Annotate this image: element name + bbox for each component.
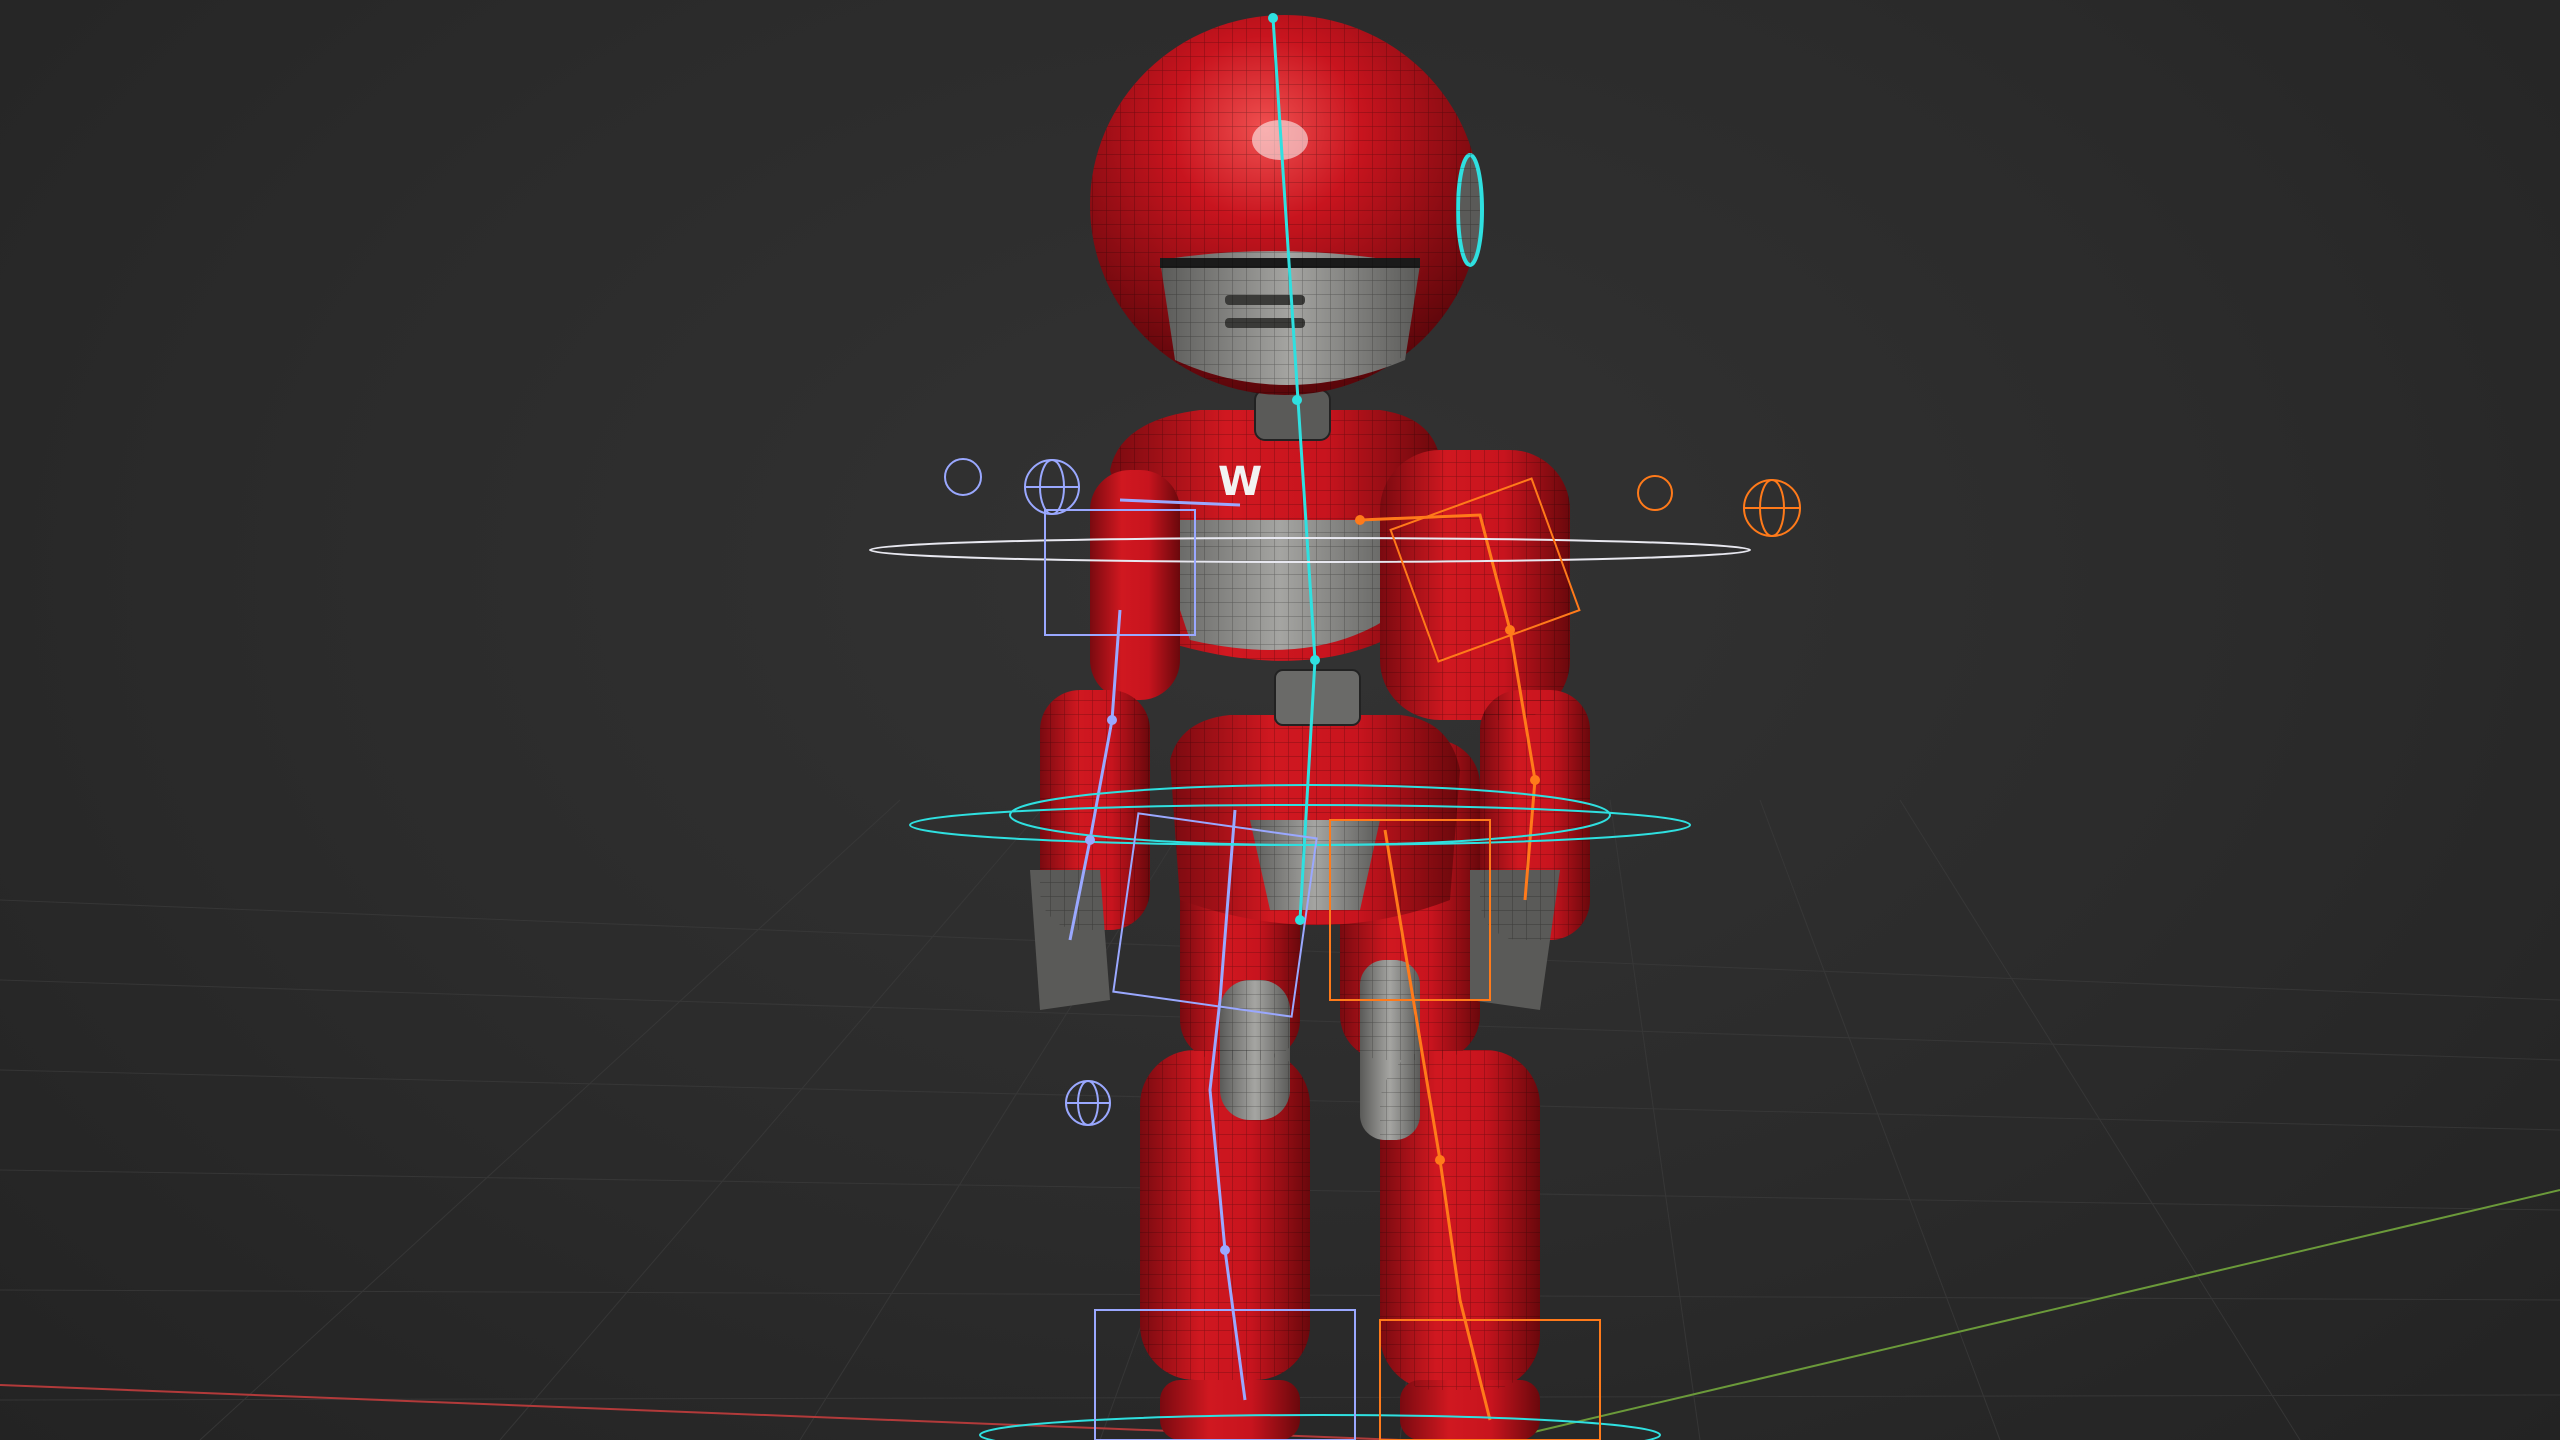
neck xyxy=(1254,389,1331,441)
circle-control-icon[interactable] xyxy=(1637,475,1673,511)
circle-control-icon[interactable] xyxy=(944,458,982,496)
y-axis-line xyxy=(1499,1189,2560,1440)
3d-viewport[interactable]: W xyxy=(0,0,2560,1440)
left-arm xyxy=(1030,470,1180,1010)
sphere-control-icon[interactable] xyxy=(1743,479,1801,537)
sphere-control-icon[interactable] xyxy=(1024,459,1080,515)
viewport-scene: W xyxy=(0,13,2560,1440)
sphere-control-icon[interactable] xyxy=(1065,1080,1111,1126)
waist-joint xyxy=(1274,669,1361,726)
chest-logo-icon: W xyxy=(1218,459,1262,505)
